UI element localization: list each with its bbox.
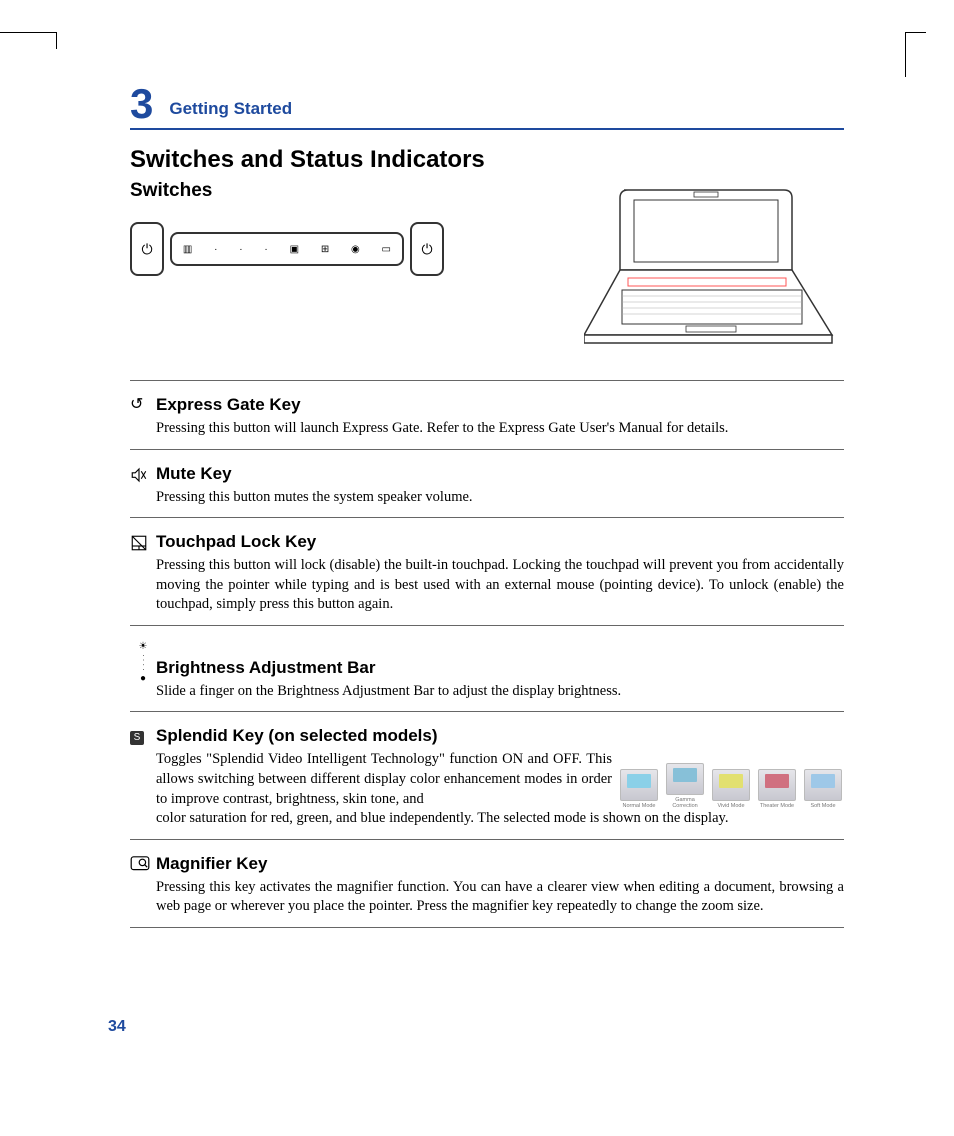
mode-gamma-icon xyxy=(666,763,704,795)
brightness-body: Slide a finger on the Brightness Adjustm… xyxy=(156,682,844,702)
page-content: 3 Getting Started Switches and Status In… xyxy=(0,0,954,988)
section-mute: Mute Key Pressing this button mutes the … xyxy=(130,449,844,518)
splendid-title: Splendid Key (on selected models) xyxy=(156,726,844,746)
mode-label: Theater Mode xyxy=(756,803,798,809)
express-gate-title: Express Gate Key xyxy=(156,395,844,415)
diagram-row: Switches ⏻ ▥···▣⊞◉▭ ⏻ xyxy=(130,180,844,360)
touchpad-body: Pressing this button will lock (disable)… xyxy=(156,556,844,615)
page-title: Switches and Status Indicators xyxy=(130,146,844,174)
magnifier-icon xyxy=(130,854,156,876)
magnifier-body: Pressing this key activates the magnifie… xyxy=(156,878,844,917)
right-button-icon: ⏻ xyxy=(410,222,444,276)
chapter-header: 3 Getting Started xyxy=(130,80,844,130)
crop-mark-top-left xyxy=(0,32,57,49)
mode-label: Soft Mode xyxy=(802,803,844,809)
express-gate-body: Pressing this button will launch Express… xyxy=(156,419,844,439)
page-number: 34 xyxy=(108,1018,126,1036)
magnifier-title: Magnifier Key xyxy=(156,854,844,874)
center-strip-icon: ▥···▣⊞◉▭ xyxy=(170,232,404,266)
left-button-icon: ⏻ xyxy=(130,222,164,276)
section-magnifier: Magnifier Key Pressing this key activate… xyxy=(130,839,844,928)
splendid-modes: Normal Mode Gamma Correction Vivid Mode … xyxy=(618,752,844,809)
laptop-diagram xyxy=(584,180,844,360)
splendid-body-a: Toggles "Splendid Video Intelligent Tech… xyxy=(156,750,612,809)
mode-label: Gamma Correction xyxy=(664,797,706,809)
section-express-gate: ↺ Express Gate Key Pressing this button … xyxy=(130,380,844,449)
mute-title: Mute Key xyxy=(156,464,844,484)
mute-body: Pressing this button mutes the system sp… xyxy=(156,488,844,508)
chapter-title: Getting Started xyxy=(169,99,292,119)
chapter-number: 3 xyxy=(130,80,153,128)
subtitle: Switches xyxy=(130,180,444,202)
splendid-icon: S xyxy=(130,726,156,745)
mute-icon xyxy=(130,464,156,488)
section-splendid: S Splendid Key (on selected models) Togg… xyxy=(130,711,844,838)
mode-soft-icon xyxy=(804,769,842,801)
section-brightness: ☀ ···· ● Brightness Adjustment Bar Slide… xyxy=(130,625,844,712)
touchpad-title: Touchpad Lock Key xyxy=(156,532,844,552)
express-gate-icon: ↺ xyxy=(130,395,156,413)
mode-theater-icon xyxy=(758,769,796,801)
crop-mark-top-right xyxy=(905,32,926,77)
mode-vivid-icon xyxy=(712,769,750,801)
left-diagrams: Switches ⏻ ▥···▣⊞◉▭ ⏻ xyxy=(130,180,444,276)
splendid-body-b: color saturation for red, green, and blu… xyxy=(156,809,844,829)
switch-panel-diagram: ⏻ ▥···▣⊞◉▭ ⏻ xyxy=(130,222,444,276)
touchpad-lock-icon xyxy=(130,532,156,556)
brightness-title: Brightness Adjustment Bar xyxy=(156,658,844,678)
mode-normal-icon xyxy=(620,769,658,801)
section-touchpad: Touchpad Lock Key Pressing this button w… xyxy=(130,517,844,625)
brightness-bar-icon: ☀ ···· ● xyxy=(130,640,156,685)
